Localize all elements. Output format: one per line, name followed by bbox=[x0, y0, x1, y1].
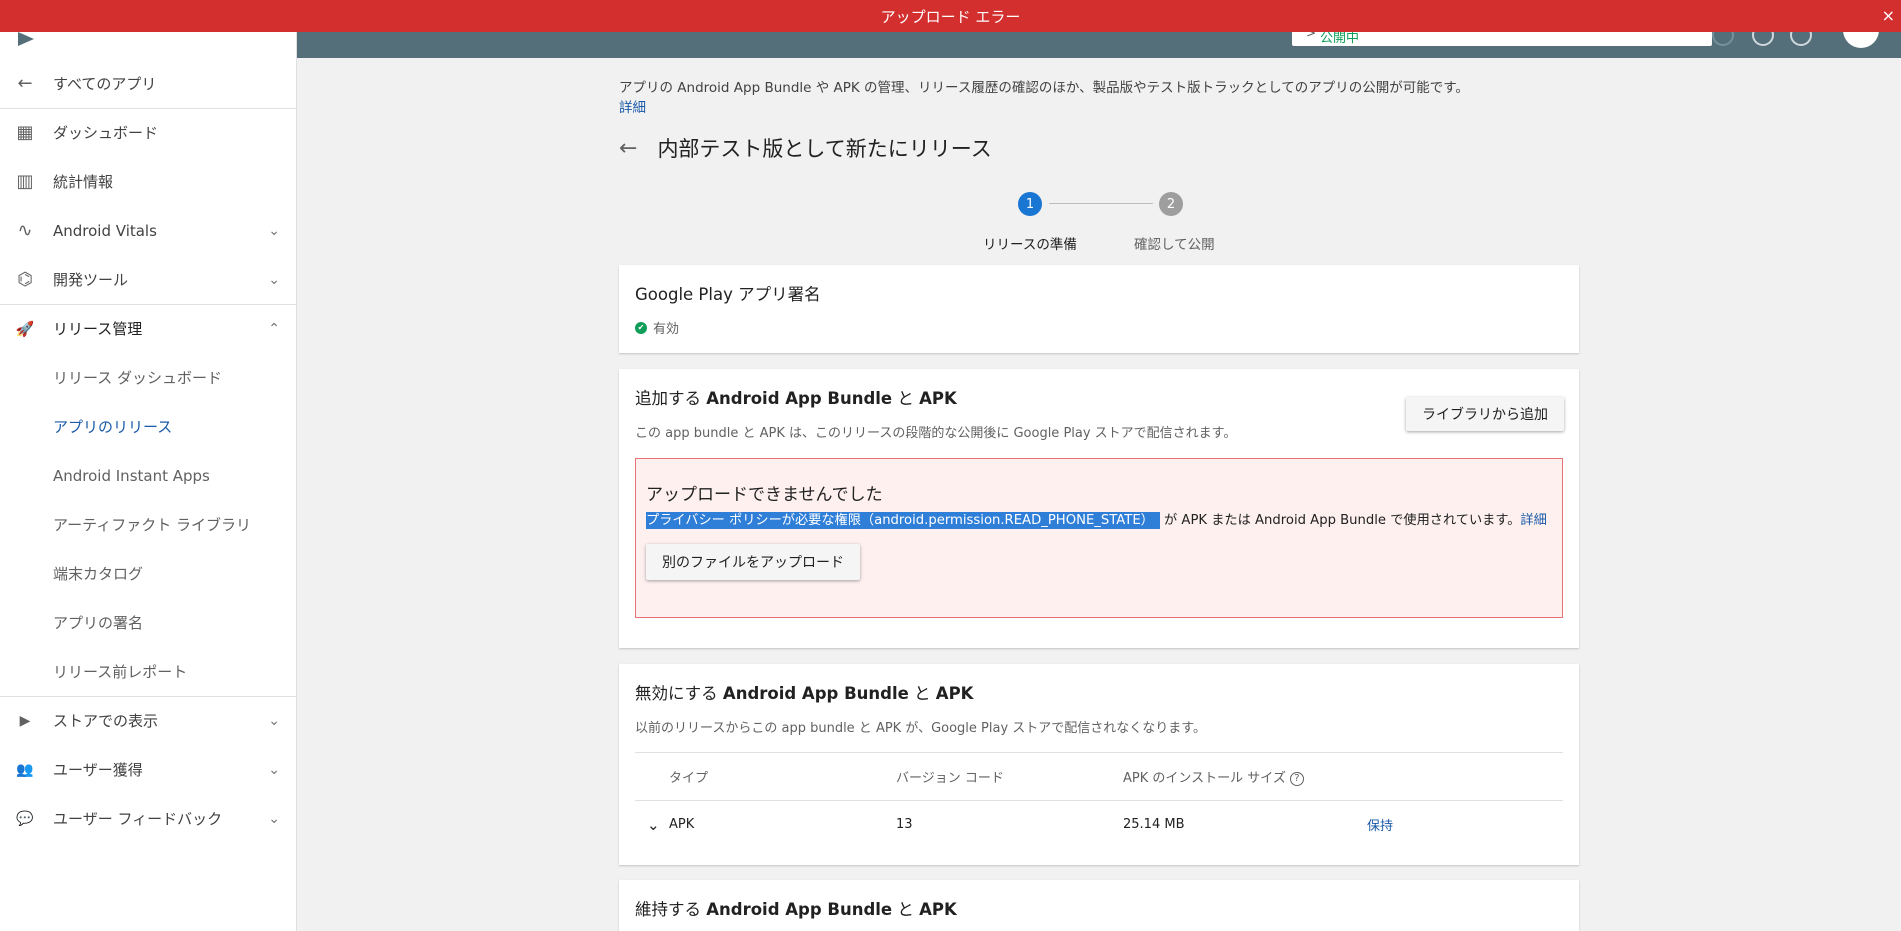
sidebar-item-statistics[interactable]: ▥ 統計情報 bbox=[0, 157, 296, 206]
expand-chevron-icon[interactable]: ⌄ bbox=[635, 801, 669, 849]
upload-error-banner: アップロード エラー × bbox=[0, 0, 1901, 32]
sidebar-item-label: リリース前レポート bbox=[53, 663, 188, 681]
upload-another-file-button[interactable]: 別のファイルをアップロード bbox=[646, 544, 860, 580]
upload-error-box: アップロードできませんでした プライバシー ポリシーが必要な権限（android… bbox=[635, 458, 1563, 618]
error-message: プライバシー ポリシーが必要な権限（android.permission.REA… bbox=[646, 509, 1547, 529]
step-2-indicator: 2 bbox=[1159, 192, 1183, 216]
sidebar-item-label: 開発ツール bbox=[53, 271, 129, 289]
details-link[interactable]: 詳細 bbox=[619, 98, 1469, 118]
card-title: Google Play アプリ署名 bbox=[635, 285, 821, 304]
card-title: 維持する Android App Bundle と APK bbox=[635, 900, 957, 919]
error-message-rest: が APK または Android App Bundle で使用されています。 bbox=[1164, 513, 1521, 528]
help-icon[interactable]: ? bbox=[1289, 771, 1304, 786]
sidebar-item-android-vitals[interactable]: ∿ Android Vitals ⌄ bbox=[0, 206, 296, 255]
vitals-icon: ∿ bbox=[17, 220, 33, 241]
sidebar-item-release-management[interactable]: 🚀 リリース管理 ⌃ bbox=[0, 304, 296, 353]
app-signing-card: Google Play アプリ署名 ✔ 有効 bbox=[619, 265, 1579, 353]
signing-status: 有効 bbox=[653, 322, 680, 337]
sidebar-item-store-presence[interactable]: ▶ ストアでの表示 ⌄ bbox=[0, 696, 296, 745]
sidebar-item-all-apps[interactable]: ← すべてのアプリ bbox=[0, 59, 296, 108]
row-version: 13 bbox=[896, 817, 913, 833]
chevron-up-icon: ⌃ bbox=[268, 320, 280, 337]
step-2-label: 確認して公開 bbox=[1134, 237, 1215, 253]
table-header-row: タイプ バージョン コード APK のインストール サイズ? bbox=[635, 752, 1563, 801]
step-connector bbox=[1049, 203, 1153, 204]
card-title: 追加する Android App Bundle と APK bbox=[635, 389, 957, 408]
sidebar-item-dev-tools[interactable]: ⌬ 開発ツール ⌄ bbox=[0, 255, 296, 304]
column-header-type: タイプ bbox=[669, 752, 896, 801]
sidebar: ← すべてのアプリ ▦ ダッシュボード ▥ 統計情報 ∿ Android Vit… bbox=[0, 0, 297, 931]
sidebar-item-label: ユーザー フィードバック bbox=[53, 810, 223, 828]
sidebar-item-label: アプリのリリース bbox=[53, 418, 173, 436]
bar-chart-icon: ▥ bbox=[16, 171, 34, 192]
error-details-link[interactable]: 詳細 bbox=[1520, 513, 1546, 528]
users-icon: 👥 bbox=[16, 761, 34, 778]
sidebar-item-label: アプリの署名 bbox=[53, 614, 144, 632]
sidebar-item-label: ダッシュボード bbox=[53, 124, 159, 142]
error-heading: アップロードできませんでした bbox=[646, 485, 883, 505]
retain-link[interactable]: 保持 bbox=[1367, 819, 1393, 834]
sidebar-item-label: Android Instant Apps bbox=[53, 466, 210, 485]
disable-bundles-card: 無効にする Android App Bundle と APK 以前のリリースから… bbox=[619, 664, 1579, 865]
chevron-down-icon: ⌄ bbox=[268, 222, 280, 239]
step-1-indicator: 1 bbox=[1018, 192, 1042, 216]
sidebar-item-label: 端末カタログ bbox=[53, 565, 144, 583]
sidebar-item-label: リリース管理 bbox=[53, 320, 143, 338]
chevron-down-icon: ⌄ bbox=[268, 761, 280, 778]
step-1-label: リリースの準備 bbox=[983, 237, 1077, 253]
sidebar-item-label: ユーザー獲得 bbox=[53, 761, 143, 779]
sidebar-item-user-feedback[interactable]: 💬 ユーザー フィードバック ⌄ bbox=[0, 794, 296, 843]
apk-table: タイプ バージョン コード APK のインストール サイズ? ⌄ APK 13 … bbox=[635, 752, 1563, 849]
release-stepper: 1 2 リリースの準備 確認して公開 bbox=[983, 192, 1223, 253]
sidebar-item-app-releases[interactable]: アプリのリリース bbox=[0, 402, 296, 451]
card-subtitle: この app bundle と APK は、このリリースの段階的な公開後に Go… bbox=[635, 426, 1237, 441]
sidebar-item-pre-launch-report[interactable]: リリース前レポート bbox=[0, 647, 296, 696]
page-title: ← 内部テスト版として新たにリリース bbox=[619, 133, 992, 163]
chevron-down-icon: ⌄ bbox=[268, 271, 280, 288]
sidebar-item-device-catalog[interactable]: 端末カタログ bbox=[0, 549, 296, 598]
back-arrow-icon[interactable]: ← bbox=[619, 136, 637, 161]
sidebar-item-release-dashboard[interactable]: リリース ダッシュボード bbox=[0, 353, 296, 402]
sidebar-item-label: アーティファクト ライブラリ bbox=[53, 516, 251, 534]
sidebar-item-label: リリース ダッシュボード bbox=[53, 369, 223, 387]
row-type: APK bbox=[669, 817, 695, 833]
dashboard-icon: ▦ bbox=[16, 122, 34, 143]
banner-text: アップロード エラー bbox=[880, 7, 1021, 26]
sidebar-item-artifact-library[interactable]: アーティファクト ライブラリ bbox=[0, 500, 296, 549]
card-subtitle: 以前のリリースからこの app bundle と APK が、Google Pl… bbox=[635, 721, 1206, 736]
page-title-text: 内部テスト版として新たにリリース bbox=[657, 137, 992, 161]
add-bundles-card: 追加する Android App Bundle と APK この app bun… bbox=[619, 369, 1579, 648]
close-icon[interactable]: × bbox=[1882, 6, 1895, 25]
column-header-version: バージョン コード bbox=[896, 752, 1123, 801]
dev-tools-icon: ⌬ bbox=[17, 269, 33, 290]
chevron-down-icon: ⌄ bbox=[268, 810, 280, 827]
page-description: アプリの Android App Bundle や APK の管理、リリース履歴… bbox=[619, 78, 1469, 118]
rocket-icon: 🚀 bbox=[15, 319, 35, 338]
sidebar-item-label: ストアでの表示 bbox=[53, 712, 159, 730]
description-text: アプリの Android App Bundle や APK の管理、リリース履歴… bbox=[619, 80, 1469, 96]
feedback-icon: 💬 bbox=[16, 810, 34, 827]
sidebar-item-dashboard[interactable]: ▦ ダッシュボード bbox=[0, 108, 296, 157]
sidebar-item-label: 統計情報 bbox=[53, 173, 114, 191]
back-arrow-icon: ← bbox=[17, 73, 33, 94]
add-from-library-button[interactable]: ライブラリから追加 bbox=[1406, 397, 1564, 431]
sidebar-item-label: すべてのアプリ bbox=[53, 75, 157, 93]
highlighted-permission-text: プライバシー ポリシーが必要な権限（android.permission.REA… bbox=[646, 512, 1160, 529]
row-size: 25.14 MB bbox=[1123, 817, 1185, 833]
app-status-text: 公開中 bbox=[1320, 31, 1360, 46]
play-logo-icon bbox=[18, 32, 34, 46]
sidebar-item-user-acquisition[interactable]: 👥 ユーザー獲得 ⌄ bbox=[0, 745, 296, 794]
sidebar-item-label: Android Vitals bbox=[53, 221, 157, 240]
store-icon: ▶ bbox=[19, 712, 31, 729]
table-row: ⌄ APK 13 25.14 MB 保持 bbox=[635, 801, 1563, 849]
card-title: 無効にする Android App Bundle と APK bbox=[635, 684, 974, 703]
check-circle-icon: ✔ bbox=[635, 321, 647, 334]
sidebar-item-instant-apps[interactable]: Android Instant Apps bbox=[0, 451, 296, 500]
chevron-down-icon: ⌄ bbox=[268, 712, 280, 729]
sidebar-item-app-signing[interactable]: アプリの署名 bbox=[0, 598, 296, 647]
retain-bundles-card: 維持する Android App Bundle と APK bbox=[619, 880, 1579, 931]
column-header-size: APK のインストール サイズ? bbox=[1123, 752, 1367, 801]
